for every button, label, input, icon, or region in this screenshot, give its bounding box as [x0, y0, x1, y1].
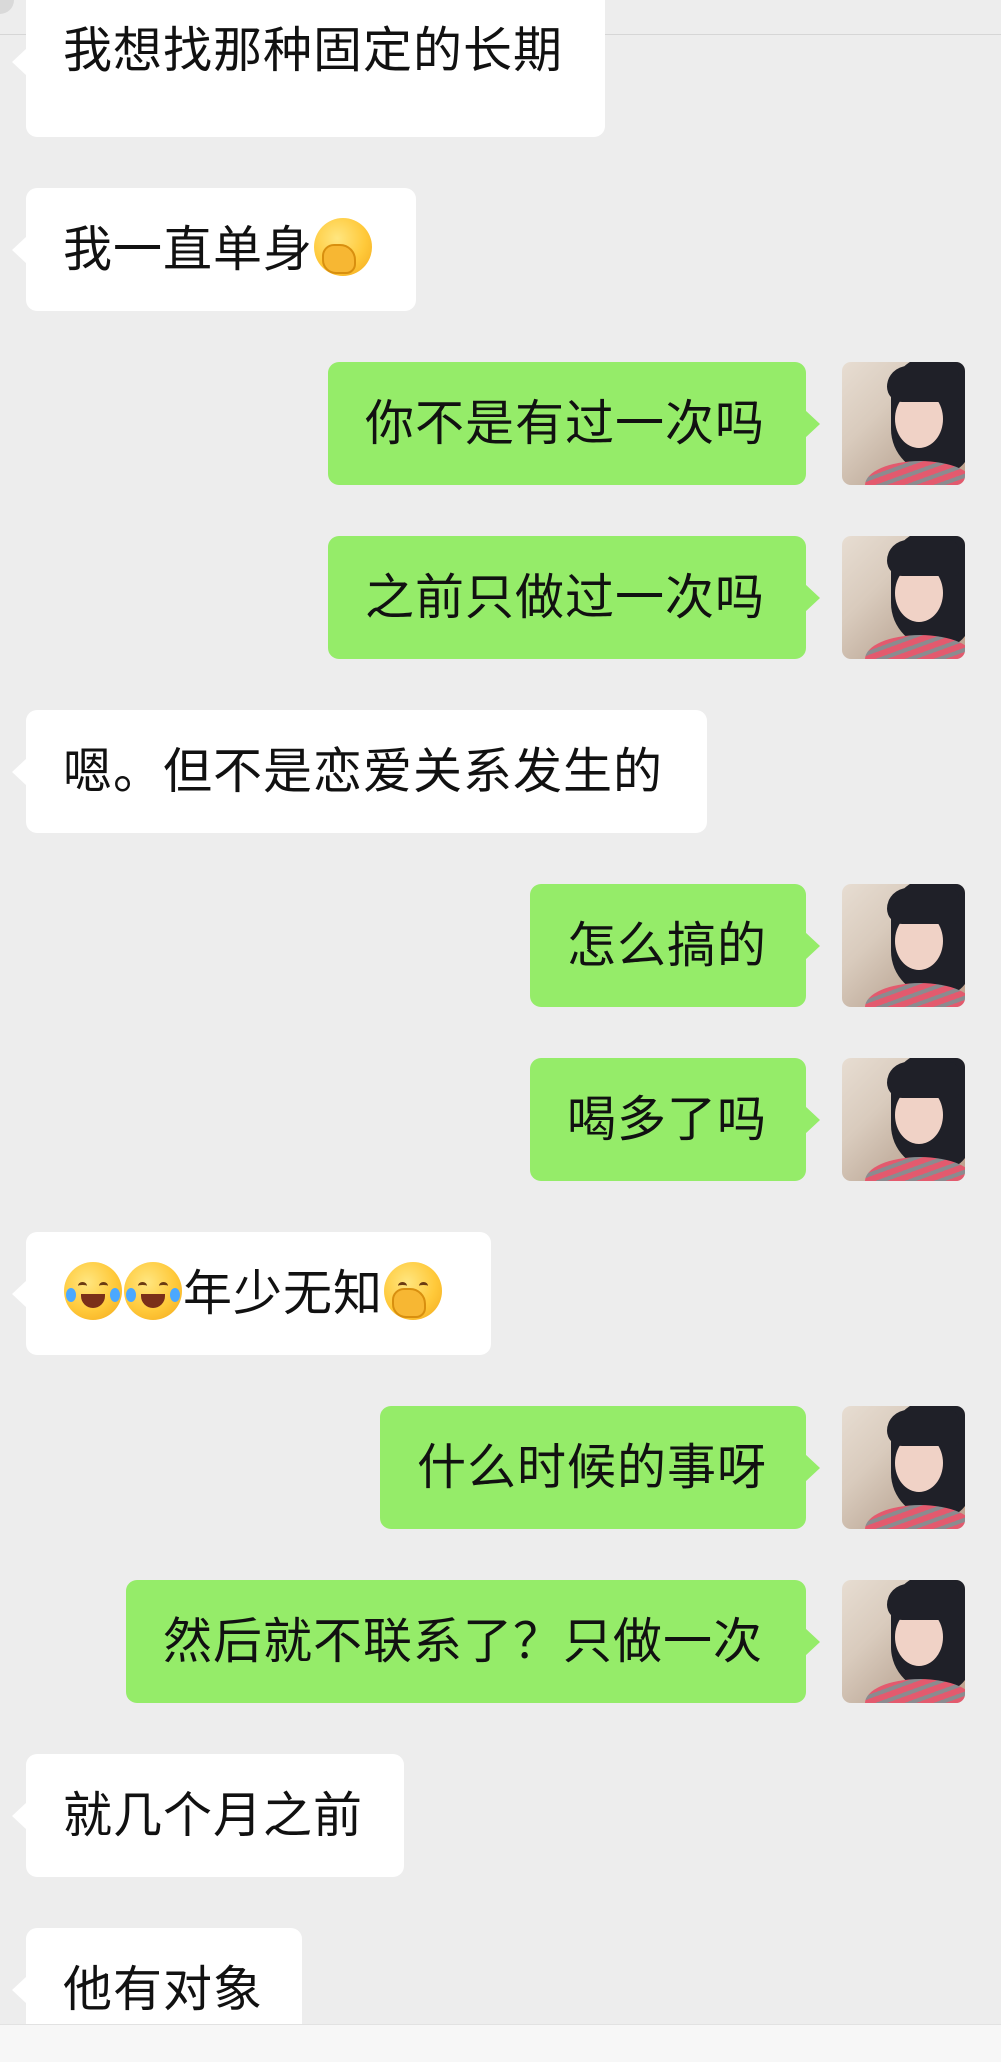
outgoing-message-bubble[interactable]: 之前只做过一次吗: [328, 536, 820, 659]
message-text: 喝多了吗: [567, 1091, 768, 1148]
user-avatar[interactable]: [842, 536, 965, 659]
user-avatar[interactable]: [842, 1058, 965, 1181]
outgoing-message-bubble[interactable]: 你不是有过一次吗: [328, 362, 820, 485]
face-with-hand-over-mouth-emoji-icon: [384, 1262, 443, 1320]
user-avatar[interactable]: [842, 362, 965, 485]
message-text: 你不是有过一次吗: [365, 395, 766, 452]
incoming-message-bubble[interactable]: 我一直单身: [12, 188, 416, 311]
message-text: 我一直单身: [63, 221, 314, 278]
chat-screen: 我想找那种固定的长期 我一直单身 你不是有过一次吗 之前只做过一次吗 嗯。但不是…: [0, 0, 1001, 2062]
incoming-message-bubble[interactable]: 嗯。但不是恋爱关系发生的: [12, 710, 707, 833]
tears-of-joy-emoji-icon: [64, 1262, 122, 1320]
incoming-message-bubble[interactable]: 年少无知: [12, 1232, 491, 1355]
outgoing-message-bubble[interactable]: 什么时候的事呀: [380, 1406, 820, 1529]
outgoing-message-bubble[interactable]: 怎么搞的: [530, 884, 820, 1007]
incoming-message-bubble[interactable]: 我想找那种固定的长期: [12, 0, 605, 137]
outgoing-message-bubble[interactable]: 喝多了吗: [530, 1058, 820, 1181]
tears-of-joy-emoji-icon: [124, 1262, 182, 1320]
message-text: 年少无知: [183, 1265, 384, 1322]
user-avatar[interactable]: [842, 884, 965, 1007]
message-text: 然后就不联系了？只做一次: [163, 1613, 764, 1670]
message-text: 嗯。但不是恋爱关系发生的: [63, 743, 664, 800]
message-text: 他有对象: [63, 1961, 264, 2018]
incoming-message-bubble[interactable]: 就几个月之前: [12, 1754, 404, 1877]
user-avatar[interactable]: [842, 1406, 965, 1529]
top-corner-decoration: [0, 0, 14, 14]
input-bar-edge: [0, 2024, 1001, 2062]
user-avatar[interactable]: [842, 1580, 965, 1703]
outgoing-message-bubble[interactable]: 然后就不联系了？只做一次: [126, 1580, 820, 1703]
message-text: 怎么搞的: [567, 917, 768, 974]
facepalm-emoji-icon: [314, 218, 373, 276]
message-text: 我想找那种固定的长期: [63, 22, 564, 79]
message-text: 就几个月之前: [63, 1787, 364, 1844]
message-text: 什么时候的事呀: [417, 1439, 768, 1496]
message-text: 之前只做过一次吗: [365, 569, 766, 626]
